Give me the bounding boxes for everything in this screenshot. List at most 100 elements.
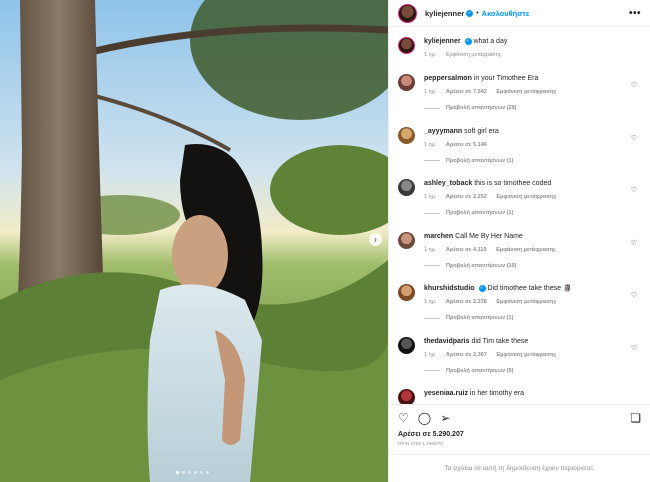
view-replies-button[interactable]: Προβολή απαντήσεων (10) xyxy=(424,263,641,269)
comment-text: Call Me By Her Name xyxy=(455,232,523,240)
view-replies-button[interactable]: Προβολή απαντήσεων (1) xyxy=(424,210,641,216)
comment-time: 1 ημ. xyxy=(424,141,437,148)
instagram-post-modal: › kyliejenner ✓ • Ακολουθήστε ••• kyliej… xyxy=(0,0,650,482)
likes-count[interactable]: Αρέσει σε 5.290.207 xyxy=(389,431,650,438)
share-icon[interactable]: ➢ xyxy=(440,411,450,425)
woman-dress xyxy=(147,284,262,482)
comment-time: 1 ημ. xyxy=(424,246,437,253)
commenter-avatar[interactable] xyxy=(398,336,415,354)
comment-icon[interactable]: ◯ xyxy=(418,411,431,425)
commenter-avatar[interactable] xyxy=(398,179,415,196)
author-avatar-small[interactable] xyxy=(398,37,415,54)
comment-like-heart-icon[interactable]: ♡ xyxy=(631,344,637,352)
post-header: kyliejenner ✓ • Ακολουθήστε ••• xyxy=(389,0,650,27)
bookmark-icon[interactable]: ❏ xyxy=(630,411,641,425)
author-username[interactable]: kyliejenner xyxy=(425,9,464,18)
view-replies-button[interactable]: Προβολή απαντήσεων (5) xyxy=(424,368,641,374)
heart-icon[interactable]: ♡ xyxy=(398,411,409,425)
carousel-dot xyxy=(188,471,191,474)
comment-item: ashley_toback this is so timothee coded … xyxy=(398,179,641,232)
woman-back xyxy=(172,215,228,295)
separator-dot: • xyxy=(476,9,479,17)
comment-translate-link[interactable]: Εμφάνιση μετάφρασης xyxy=(496,352,556,358)
replies-line xyxy=(424,107,440,109)
post-sidebar: kyliejenner ✓ • Ακολουθήστε ••• kyliejen… xyxy=(388,0,650,482)
comment-username[interactable]: thedavidparis xyxy=(424,338,470,345)
comment-username[interactable]: khurshidstudio xyxy=(424,285,475,292)
comment-like-heart-icon[interactable]: ♡ xyxy=(631,239,637,247)
comment-like-heart-icon[interactable]: ♡ xyxy=(631,81,637,89)
verified-badge-icon: ✓ xyxy=(464,37,472,45)
replies-line xyxy=(424,265,440,266)
comment-text: soft girl era xyxy=(464,127,499,135)
verified-badge-icon: ✓ xyxy=(478,284,486,292)
comment-time: 1 ημ. xyxy=(424,89,437,95)
comment-time: 1 ημ. xyxy=(424,351,437,358)
comment-likes[interactable]: Αρέσει σε 2.378 xyxy=(446,299,487,305)
comment-likes[interactable]: Αρέσει σε 7.542 xyxy=(446,89,487,95)
comment-item: khurshidstudio ✓ Did timothee take these… xyxy=(398,284,641,337)
comment-text: in her timothy era xyxy=(469,390,525,397)
carousel-dot xyxy=(182,471,185,474)
comment-username[interactable]: _ayyymann xyxy=(424,128,462,135)
comment-translate-link[interactable]: Εμφάνιση μετάφρασης xyxy=(496,247,556,253)
comment-translate-link[interactable]: Εμφάνιση μετάφρασης xyxy=(496,299,556,305)
comment-text: in your Timothee Era xyxy=(473,75,539,82)
caption-text: what a day xyxy=(473,38,508,45)
view-replies-button[interactable]: Προβολή απαντήσεων (1) xyxy=(424,158,641,164)
follow-button[interactable]: Ακολουθήστε xyxy=(482,9,530,18)
post-photo[interactable]: › xyxy=(0,0,388,482)
more-options-icon[interactable]: ••• xyxy=(629,8,641,19)
comment-text: Did timothee take these 🗿 xyxy=(487,285,572,292)
post-caption: kyliejenner ✓ what a day 1 ημ. Εμφάνιση … xyxy=(398,37,641,58)
carousel-dot xyxy=(206,471,209,474)
comment-time: 1 ημ. xyxy=(424,194,437,200)
author-avatar[interactable] xyxy=(398,3,417,23)
carousel-dot xyxy=(176,471,179,474)
comment-likes[interactable]: Αρέσει σε 2.252 xyxy=(446,194,487,200)
comment-item: marchen Call Me By Her Name 1 ημ. Αρέσει… xyxy=(398,231,641,285)
comment-like-heart-icon[interactable]: ♡ xyxy=(631,291,637,299)
caption-username[interactable]: kyliejenner xyxy=(424,38,461,45)
comment-like-heart-icon[interactable]: ♡ xyxy=(631,134,637,142)
comment-username[interactable]: yeseniaa.ruiz xyxy=(424,390,468,397)
comments-limited-notice: Τα σχόλια σε αυτή τη δημοσίευση έχουν πε… xyxy=(389,454,650,482)
comment-text: did Tim take these xyxy=(471,337,529,345)
comment-likes[interactable]: Αρέσει σε 2.367 xyxy=(446,352,487,358)
commenter-avatar[interactable] xyxy=(398,284,415,301)
comment-translate-link[interactable]: Εμφάνιση μετάφρασης xyxy=(496,89,556,95)
comments-list[interactable]: kyliejenner ✓ what a day 1 ημ. Εμφάνιση … xyxy=(389,27,650,404)
comment-username[interactable]: peppersalmon xyxy=(424,75,472,82)
verified-badge-icon: ✓ xyxy=(466,9,474,17)
comment-like-heart-icon[interactable]: ♡ xyxy=(631,186,637,194)
comment-translate-link[interactable]: Εμφάνιση μετάφρασης xyxy=(496,194,556,200)
commenter-avatar[interactable] xyxy=(398,231,415,249)
view-replies-label: Προβολή απαντήσεων (5) xyxy=(446,367,514,374)
carousel-dot xyxy=(194,471,197,474)
comment-likes[interactable]: Αρέσει σε 4.119 xyxy=(446,247,487,253)
comment-item: yeseniaa.ruiz in her timothy era xyxy=(398,389,641,404)
commenter-avatar[interactable] xyxy=(398,389,415,404)
commenter-avatar[interactable] xyxy=(398,126,415,144)
comment-time: 1 ημ. xyxy=(424,299,437,305)
comment-text: this is so timothee coded xyxy=(474,180,552,187)
view-replies-label: Προβολή απαντήσεων (1) xyxy=(446,315,514,321)
view-replies-button[interactable]: Προβολή απαντήσεων (1) xyxy=(424,315,641,321)
caption-translate-link[interactable]: Εμφάνιση μετάφρασης xyxy=(446,52,501,58)
view-replies-button[interactable]: Προβολή απαντήσεων (29) xyxy=(424,105,641,111)
comment-item: _ayyymann soft girl era 1 ημ. Αρέσει σε … xyxy=(398,126,641,180)
view-replies-label: Προβολή απαντήσεων (29) xyxy=(446,105,517,111)
chevron-right-icon: › xyxy=(374,235,377,244)
next-slide-button[interactable]: › xyxy=(369,233,382,246)
comment-item: thedavidparis did Tim take these 1 ημ. Α… xyxy=(398,336,641,390)
photo-scene xyxy=(0,0,388,482)
view-replies-label: Προβολή απαντήσεων (10) xyxy=(446,262,517,269)
commenter-avatar[interactable] xyxy=(398,74,415,91)
replies-line xyxy=(424,160,440,161)
comment-likes[interactable]: Αρέσει σε 5.146 xyxy=(446,142,487,148)
comment-username[interactable]: marchen xyxy=(424,233,453,240)
comment-username[interactable]: ashley_toback xyxy=(424,180,472,187)
carousel-dot xyxy=(200,471,203,474)
replies-line xyxy=(424,317,440,319)
view-replies-label: Προβολή απαντήσεων (1) xyxy=(446,157,514,164)
